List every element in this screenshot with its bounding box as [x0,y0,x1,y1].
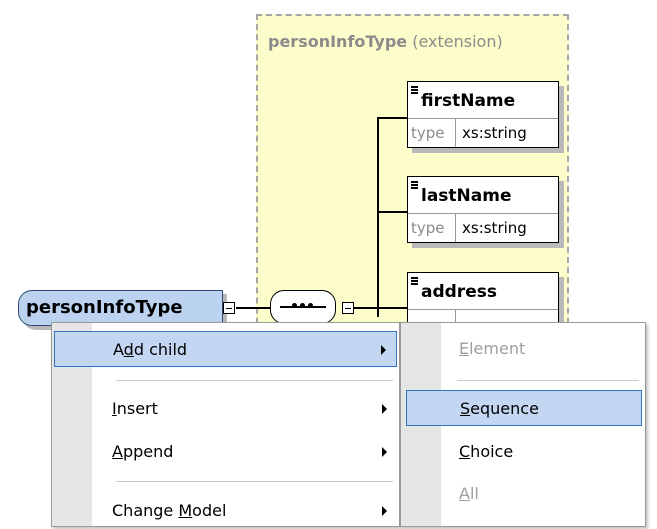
connector-type-to-seq [236,307,270,309]
extension-title: personInfoType (extension) [268,32,503,51]
menu-item-label: Append [112,442,174,461]
menu-separator [116,481,393,482]
schema-diagram-canvas: personInfoType (extension) firstName typ… [0,0,657,527]
element-name: address [421,282,497,302]
extension-type-name: personInfoType [268,32,408,51]
menu-item-label: Change Model [112,501,227,520]
extension-suffix: (extension) [407,32,503,51]
add-child-submenu: Element Sequence Choice All [400,322,646,527]
submenu-item-all[interactable]: All [403,476,643,512]
connector-to-firstname [377,117,407,119]
element-icon [411,86,418,94]
submenu-arrow-icon [382,404,387,414]
collapse-toggle-type[interactable] [223,302,235,314]
complex-type-name: personInfoType [26,297,183,318]
menu-item-append[interactable]: Append [54,434,397,470]
submenu-item-sequence[interactable]: Sequence [406,390,642,426]
menu-item-insert[interactable]: Insert [54,391,397,427]
connector-to-lastname [377,211,407,213]
menu-item-label: All [459,484,479,503]
element-name: lastName [421,186,512,206]
connector-seq-to-elements [354,307,378,309]
element-lastname[interactable]: lastName type xs:string [407,176,559,243]
element-icon [411,181,418,189]
menu-item-change-model[interactable]: Change Model [54,493,397,529]
sequence-dot [292,303,297,308]
menu-item-label: Add child [113,340,188,359]
type-value: xs:string [462,124,527,142]
sequence-dot [308,303,313,308]
submenu-arrow-icon [382,447,387,457]
menu-separator [457,380,639,381]
menu-item-label: Element [459,339,526,358]
menu-item-label: Sequence [460,399,539,418]
element-firstname[interactable]: firstName type xs:string [407,81,559,148]
sequence-compositor[interactable] [270,290,336,324]
connector-to-address [377,307,407,309]
collapse-toggle-sequence[interactable] [342,302,354,314]
menu-item-label: Insert [112,399,158,418]
type-value: xs:string [462,219,527,237]
element-name: firstName [421,91,516,111]
submenu-arrow-icon [382,506,387,516]
submenu-arrow-icon [381,345,386,355]
element-icon [411,277,418,285]
type-key: type [408,214,456,242]
submenu-item-element[interactable]: Element [403,331,643,367]
sequence-dot [300,303,305,308]
menu-separator [116,380,393,381]
connector-vertical [377,117,379,317]
complex-type-node[interactable]: personInfoType [18,290,223,326]
type-key: type [408,119,456,147]
submenu-item-choice[interactable]: Choice [403,434,643,470]
menu-item-label: Choice [459,442,514,461]
context-menu: Add child Insert Append Change Model [51,322,400,527]
menu-item-add-child[interactable]: Add child [54,331,397,367]
